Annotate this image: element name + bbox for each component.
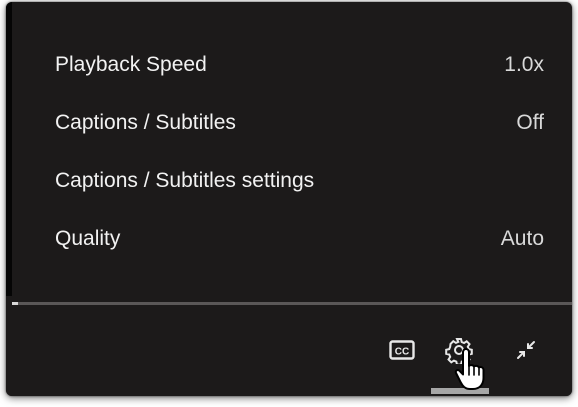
menu-item-value: Auto [500, 227, 544, 250]
gear-icon [445, 338, 473, 364]
menu-item-label: Playback Speed [55, 53, 207, 76]
settings-button[interactable] [445, 336, 473, 364]
exit-fullscreen-icon [517, 341, 535, 359]
settings-menu: Playback Speed 1.0x Captions / Subtitles… [12, 2, 572, 296]
control-bar [6, 306, 572, 396]
menu-item-label: Captions / Subtitles [55, 111, 236, 134]
exit-fullscreen-button[interactable] [512, 336, 540, 364]
captions-button[interactable]: CC [388, 336, 416, 364]
menu-item-captions[interactable]: Captions / Subtitles Off [12, 94, 572, 152]
progress-fill [12, 302, 18, 305]
menu-item-value: 1.0x [504, 53, 544, 76]
progress-bar[interactable] [12, 302, 572, 305]
cc-icon: CC [389, 340, 415, 360]
menu-item-quality[interactable]: Quality Auto [12, 210, 572, 268]
menu-item-playback-speed[interactable]: Playback Speed 1.0x [12, 36, 572, 94]
settings-active-indicator [431, 388, 489, 394]
menu-item-captions-settings[interactable]: Captions / Subtitles settings [12, 152, 572, 210]
video-player: Playback Speed 1.0x Captions / Subtitles… [6, 2, 572, 396]
menu-item-label: Captions / Subtitles settings [55, 169, 315, 192]
svg-text:CC: CC [395, 347, 409, 358]
menu-item-value: Off [516, 111, 544, 134]
menu-item-label: Quality [55, 227, 121, 250]
